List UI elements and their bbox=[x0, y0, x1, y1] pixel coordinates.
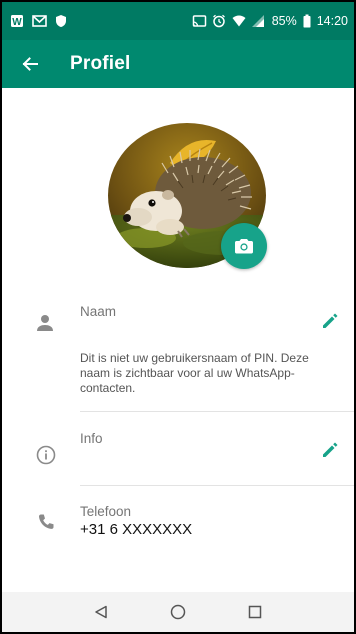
pencil-icon bbox=[323, 313, 338, 328]
edit-info-button[interactable] bbox=[317, 437, 343, 463]
battery-icon bbox=[303, 14, 311, 28]
svg-text:W: W bbox=[12, 17, 22, 28]
divider bbox=[80, 411, 354, 412]
pencil-icon bbox=[323, 442, 338, 457]
arrow-left-icon bbox=[22, 57, 38, 71]
shield-icon bbox=[54, 14, 68, 28]
triangle-back-icon bbox=[94, 605, 107, 619]
nav-recents-button[interactable] bbox=[235, 592, 275, 632]
edit-name-button[interactable] bbox=[317, 308, 343, 334]
phone-value: +31 6 XXXXXXX bbox=[80, 521, 193, 538]
info-icon bbox=[34, 443, 58, 467]
battery-percent: 85% bbox=[271, 14, 297, 28]
phone-icon bbox=[34, 510, 58, 534]
person-icon bbox=[33, 311, 57, 335]
cast-icon bbox=[192, 14, 206, 28]
circle-home-icon bbox=[170, 604, 186, 620]
status-right-icons: 85% 14:20 bbox=[192, 14, 348, 28]
name-help-text: Dit is niet uw gebruikersnaam of PIN. De… bbox=[80, 351, 309, 395]
gmail-icon bbox=[32, 14, 47, 28]
wifi-icon bbox=[232, 14, 246, 28]
word-app-icon: W bbox=[10, 14, 24, 28]
camera-icon bbox=[235, 239, 253, 254]
nav-back-button[interactable] bbox=[81, 592, 121, 632]
divider bbox=[80, 485, 354, 486]
square-recents-icon bbox=[249, 605, 262, 619]
clock-time: 14:20 bbox=[316, 14, 348, 28]
app-bar: Profiel bbox=[2, 40, 354, 88]
status-bar: W 85% 14:20 bbox=[2, 2, 354, 40]
profile-screen: W 85% 14:20 Profiel Naam Dit is niet uw … bbox=[2, 2, 354, 632]
page-title: Profiel bbox=[70, 53, 131, 74]
change-photo-button[interactable] bbox=[221, 223, 267, 269]
name-label: Naam bbox=[80, 304, 117, 319]
system-nav-bar bbox=[2, 592, 354, 632]
status-left-icons: W bbox=[10, 14, 68, 28]
profile-photo-area bbox=[108, 123, 267, 269]
info-label: Info bbox=[80, 431, 103, 446]
signal-icon bbox=[251, 14, 266, 28]
alarm-icon bbox=[212, 14, 226, 28]
phone-label: Telefoon bbox=[80, 504, 132, 519]
nav-home-button[interactable] bbox=[158, 592, 198, 632]
back-button[interactable] bbox=[2, 40, 58, 88]
